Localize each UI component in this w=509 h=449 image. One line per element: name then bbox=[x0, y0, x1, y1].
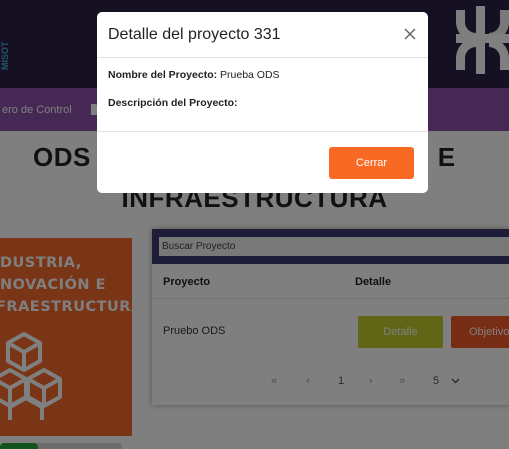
modal-footer-divider bbox=[97, 131, 428, 132]
modal-title: Detalle del proyecto 331 bbox=[108, 26, 281, 43]
field-descripcion-proyecto: Descripción del Proyecto: bbox=[108, 97, 238, 109]
project-detail-modal: Detalle del proyecto 331 Nombre del Proy… bbox=[97, 12, 428, 193]
field-nombre-proyecto: Nombre del Proyecto: Prueba ODS bbox=[108, 69, 280, 81]
cerrar-button[interactable]: Cerrar bbox=[329, 147, 414, 179]
nombre-label: Nombre del Proyecto: bbox=[108, 69, 218, 81]
descripcion-label: Descripción del Proyecto: bbox=[108, 97, 238, 109]
nombre-value: Prueba ODS bbox=[220, 69, 280, 81]
modal-header-divider bbox=[97, 57, 428, 58]
close-icon[interactable] bbox=[402, 26, 418, 42]
